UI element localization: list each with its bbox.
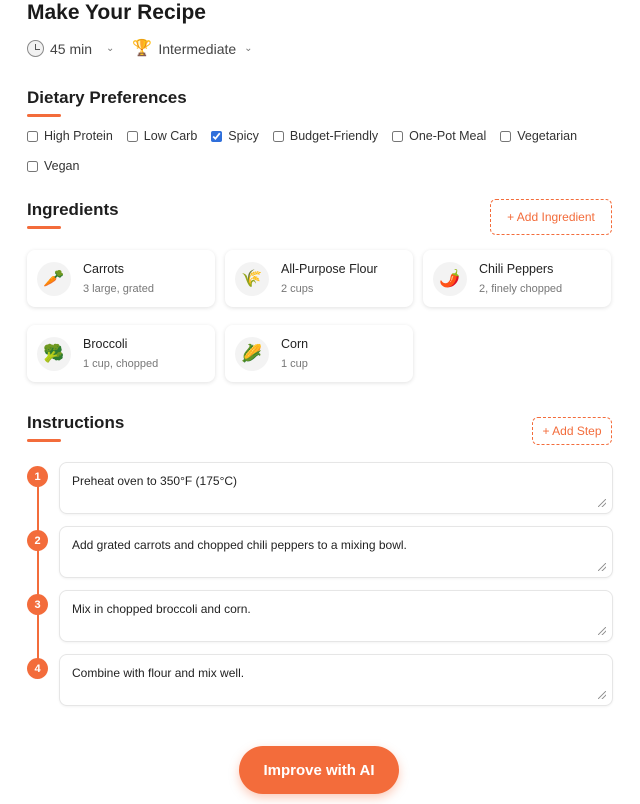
dietary-option-spicy[interactable]: Spicy	[211, 128, 259, 144]
ingredient-name: Carrots	[83, 262, 124, 276]
ingredient-quantity: 1 cup, chopped	[83, 358, 159, 370]
checkbox[interactable]	[500, 130, 512, 142]
ingredient-card[interactable]: 🥕 Carrots 3 large, grated	[27, 250, 215, 307]
improve-with-ai-button[interactable]: Improve with AI	[239, 746, 399, 794]
corn-icon: 🌽	[235, 336, 269, 371]
checkbox[interactable]	[392, 130, 404, 142]
ingredient-card[interactable]: 🌽 Corn 1 cup	[225, 325, 413, 382]
dietary-option-label: Vegetarian	[517, 129, 578, 143]
instruction-step: 4 Combine with flour and mix well.	[27, 654, 613, 718]
resize-handle-icon[interactable]	[598, 563, 606, 571]
step-text: Combine with flour and mix well.	[72, 666, 245, 680]
section-underline	[27, 114, 61, 117]
dietary-option-label: One-Pot Meal	[409, 129, 487, 143]
step-text: Add grated carrots and chopped chili pep…	[72, 538, 407, 552]
broccoli-icon: 🥦	[37, 336, 71, 371]
ingredient-quantity: 2 cups	[281, 283, 314, 295]
recipe-meta: 45 min ⌄ 🏆 Intermediate ⌄	[27, 40, 253, 57]
difficulty-value: Intermediate	[158, 40, 237, 57]
trophy-icon: 🏆	[132, 39, 153, 57]
dietary-option-label: Vegan	[44, 159, 80, 173]
ingredient-quantity: 3 large, grated	[83, 283, 154, 295]
time-select[interactable]: 45 min ⌄	[27, 40, 114, 57]
checkbox[interactable]	[27, 160, 38, 172]
step-number: 1	[27, 466, 48, 487]
step-number: 4	[27, 658, 48, 679]
checkbox[interactable]	[126, 130, 138, 142]
step-number: 3	[27, 594, 48, 615]
dietary-option-vegetarian[interactable]: Vegetarian	[500, 128, 577, 144]
dietary-title: Dietary Preferences	[27, 88, 187, 107]
ingredient-name: Corn	[281, 337, 309, 351]
step-textarea[interactable]: Add grated carrots and chopped chili pep…	[59, 526, 613, 578]
add-ingredient-button[interactable]: + Add Ingredient	[490, 199, 612, 235]
instruction-step: 1 Preheat oven to 350°F (175°C)	[27, 462, 613, 526]
ingredient-quantity: 1 cup	[281, 358, 308, 370]
clock-icon	[27, 40, 44, 57]
step-textarea[interactable]: Mix in chopped broccoli and corn.	[59, 590, 613, 642]
ingredient-quantity: 2, finely chopped	[479, 283, 563, 295]
step-text: Preheat oven to 350°F (175°C)	[72, 474, 238, 488]
page-title: Make Your Recipe	[27, 1, 206, 24]
time-value: 45 min	[50, 40, 93, 57]
resize-handle-icon[interactable]	[598, 627, 606, 635]
step-text: Mix in chopped broccoli and corn.	[72, 602, 251, 616]
dietary-option-label: Low Carb	[143, 129, 198, 143]
wheat-icon: 🌾	[235, 261, 269, 296]
difficulty-select[interactable]: 🏆 Intermediate ⌄	[132, 39, 253, 57]
ingredient-name: All-Purpose Flour	[281, 262, 378, 276]
ingredient-card[interactable]: 🌾 All-Purpose Flour 2 cups	[225, 250, 413, 307]
checkbox[interactable]	[272, 130, 284, 142]
ingredients-title: Ingredients	[27, 200, 119, 219]
chili-pepper-icon: 🌶️	[433, 261, 467, 296]
resize-handle-icon[interactable]	[598, 499, 606, 507]
ingredient-name: Broccoli	[83, 337, 128, 351]
step-number: 2	[27, 530, 48, 551]
dietary-option-budget-friendly[interactable]: Budget-Friendly	[272, 128, 379, 144]
dietary-option-low-carb[interactable]: Low Carb	[126, 128, 198, 144]
chevron-down-icon: ⌄	[106, 43, 115, 54]
resize-handle-icon[interactable]	[598, 691, 606, 699]
step-textarea[interactable]: Combine with flour and mix well.	[59, 654, 613, 706]
checkbox[interactable]	[211, 130, 223, 142]
dietary-option-label: Spicy	[228, 129, 259, 143]
instruction-step: 2 Add grated carrots and chopped chili p…	[27, 526, 613, 590]
dietary-options: High Protein Low Carb Spicy Budget-Frien…	[27, 128, 617, 174]
dietary-option-label: Budget-Friendly	[289, 129, 379, 143]
instruction-steps: 1 Preheat oven to 350°F (175°C) 2 Add gr…	[27, 462, 613, 718]
instructions-title: Instructions	[27, 413, 125, 432]
carrot-icon: 🥕	[37, 261, 71, 296]
ingredient-card[interactable]: 🥦 Broccoli 1 cup, chopped	[27, 325, 215, 382]
ingredient-name: Chili Peppers	[479, 262, 554, 276]
dietary-option-one-pot-meal[interactable]: One-Pot Meal	[392, 128, 486, 144]
dietary-option-label: High Protein	[44, 129, 113, 143]
section-underline	[27, 439, 61, 442]
dietary-option-high-protein[interactable]: High Protein	[27, 128, 113, 144]
ingredient-card[interactable]: 🌶️ Chili Peppers 2, finely chopped	[423, 250, 611, 307]
dietary-option-vegan[interactable]: Vegan	[27, 158, 79, 174]
instruction-step: 3 Mix in chopped broccoli and corn.	[27, 590, 613, 654]
add-step-button[interactable]: + Add Step	[532, 417, 612, 445]
ingredient-list: 🥕 Carrots 3 large, grated 🌾 All-Purpose …	[27, 250, 612, 382]
section-underline	[27, 226, 61, 229]
recipe-page: Make Your Recipe 45 min ⌄ 🏆 Intermediate…	[0, 0, 640, 804]
checkbox[interactable]	[27, 130, 38, 142]
step-textarea[interactable]: Preheat oven to 350°F (175°C)	[59, 462, 613, 514]
chevron-down-icon: ⌄	[244, 43, 253, 54]
